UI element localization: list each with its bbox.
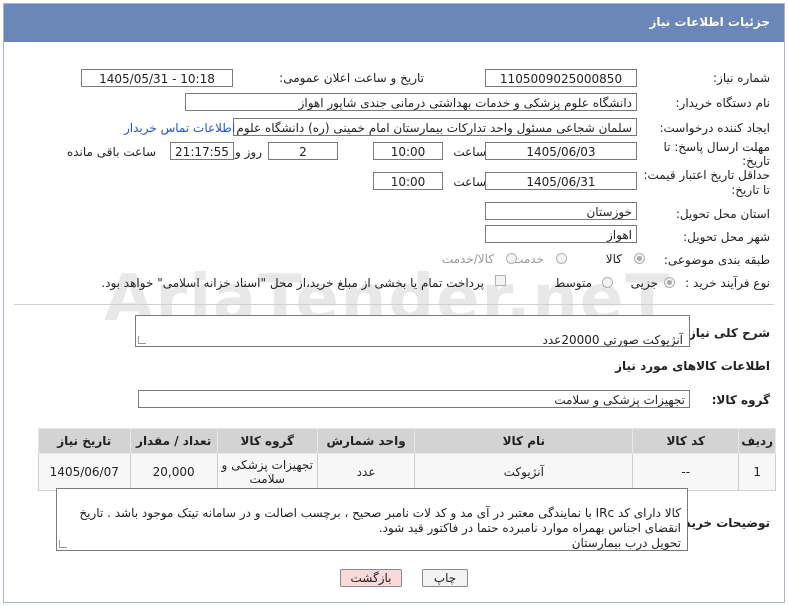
cell-row: 1 xyxy=(738,453,776,491)
province-field: خوزستان xyxy=(485,202,637,220)
print-button[interactable]: چاپ xyxy=(422,569,468,587)
process-medium-label: متوسط xyxy=(554,276,592,290)
price-validity-label: حداقل تاریخ اعتبار قیمت: xyxy=(643,168,770,182)
need-details-panel: جزئیات اطلاعات نیاز AriaTender.neT شماره… xyxy=(3,3,785,603)
remaining-label: ساعت باقی مانده xyxy=(66,145,156,159)
deadline-label-date: تاریخ: xyxy=(742,154,770,168)
process-minor-radio[interactable] xyxy=(664,277,675,288)
deadline-date-field: 1405/06/03 xyxy=(485,142,637,160)
cell-code: -- xyxy=(632,453,740,491)
cell-date: 1405/06/07 xyxy=(38,453,131,491)
buyer-contact-link[interactable]: اطلاعات تماس خریدار xyxy=(124,121,235,135)
need-number-label: شماره نیاز: xyxy=(713,71,770,85)
treasury-payment-note: پرداخت تمام یا بخشی از مبلغ خرید،از محل … xyxy=(101,276,484,290)
days-field: 2 xyxy=(268,142,338,160)
goods-group-field: تجهیزات پزشکی و سلامت xyxy=(138,390,690,408)
buyer-org-label: نام دستگاه خریدار: xyxy=(675,96,771,110)
category-both-radio[interactable] xyxy=(506,253,517,264)
goods-table: ردیف کد کالا نام کالا واحد شمارش گروه کا… xyxy=(38,428,776,491)
panel-header: جزئیات اطلاعات نیاز xyxy=(4,4,784,42)
treasury-payment-checkbox[interactable] xyxy=(495,275,506,286)
resize-grip-icon[interactable] xyxy=(138,336,146,344)
need-number-field: 1105009025000850 xyxy=(485,69,637,87)
buyer-notes-textarea[interactable]: کالا دارای کد IRc با نمایندگی معتبر در آ… xyxy=(56,488,688,551)
requester-field: سلمان شجاعی مسئول واحد تدارکات بیمارستان… xyxy=(233,118,637,136)
buyer-org-field: دانشگاه علوم پزشکی و خدمات بهداشتی درمان… xyxy=(185,93,637,111)
category-both-label: کالا/خدمت xyxy=(441,252,494,266)
process-label: نوع فرآیند خرید : xyxy=(685,276,770,290)
announce-field: 1405/05/31 - 10:18 xyxy=(81,69,233,87)
price-date-field: 1405/06/31 xyxy=(485,172,637,190)
category-goods-label: کالا xyxy=(605,252,622,266)
summary-text: آنژیوکت صورتی 20000عدد xyxy=(542,333,683,347)
goods-group-label: گروه کالا: xyxy=(711,393,770,407)
col-row: ردیف xyxy=(738,428,776,454)
city-field: اهواز xyxy=(485,225,637,243)
price-time-field: 10:00 xyxy=(373,172,443,190)
cell-unit: عدد xyxy=(316,453,416,491)
section-divider xyxy=(14,304,774,305)
category-label: طبقه بندی موضوعی: xyxy=(663,253,770,267)
panel-title: جزئیات اطلاعات نیاز xyxy=(649,15,770,29)
col-group: گروه کالا xyxy=(216,428,318,454)
remaining-time-field: 21:17:55 xyxy=(170,142,234,160)
goods-section-title: اطلاعات کالاهای مورد نیاز xyxy=(615,359,770,373)
table-row: 1 -- آنژیوکت عدد تجهیزات پزشکی و سلامت 2… xyxy=(38,453,776,491)
resize-grip-icon[interactable] xyxy=(59,540,67,548)
cell-qty: 20,000 xyxy=(129,453,218,491)
price-hour-label: ساعت xyxy=(453,175,486,189)
category-service-radio[interactable] xyxy=(556,253,567,264)
deadline-label: مهلت ارسال پاسخ: تا xyxy=(663,140,770,154)
summary-label: شرح کلی نیاز: xyxy=(684,326,770,340)
city-label: شهر محل تحویل: xyxy=(683,230,770,244)
buyer-notes-text: کالا دارای کد IRc با نمایندگی معتبر در آ… xyxy=(79,506,681,550)
goods-table-header: ردیف کد کالا نام کالا واحد شمارش گروه کا… xyxy=(38,428,776,454)
col-unit: واحد شمارش xyxy=(316,428,416,454)
back-button[interactable]: بازگشت xyxy=(340,569,402,587)
requester-label: ایجاد کننده درخواست: xyxy=(659,121,770,135)
process-minor-label: جزیی xyxy=(630,276,658,290)
cell-group: تجهیزات پزشکی و سلامت xyxy=(216,453,318,491)
summary-textarea[interactable]: آنژیوکت صورتی 20000عدد xyxy=(135,315,690,347)
col-code: کد کالا xyxy=(632,428,740,454)
days-label: روز و xyxy=(235,145,262,159)
deadline-time-field: 10:00 xyxy=(373,142,443,160)
announce-label: تاریخ و ساعت اعلان عمومی: xyxy=(279,71,424,85)
price-validity-label-date: تا تاریخ: xyxy=(731,183,770,197)
process-medium-radio[interactable] xyxy=(602,277,613,288)
col-qty: تعداد / مقدار xyxy=(129,428,218,454)
province-label: استان محل تحویل: xyxy=(675,207,770,221)
cell-name: آنژیوکت xyxy=(414,453,634,491)
col-name: نام کالا xyxy=(414,428,634,454)
deadline-hour-label: ساعت xyxy=(453,145,486,159)
category-goods-radio[interactable] xyxy=(634,253,645,264)
col-date: تاریخ نیاز xyxy=(38,428,131,454)
